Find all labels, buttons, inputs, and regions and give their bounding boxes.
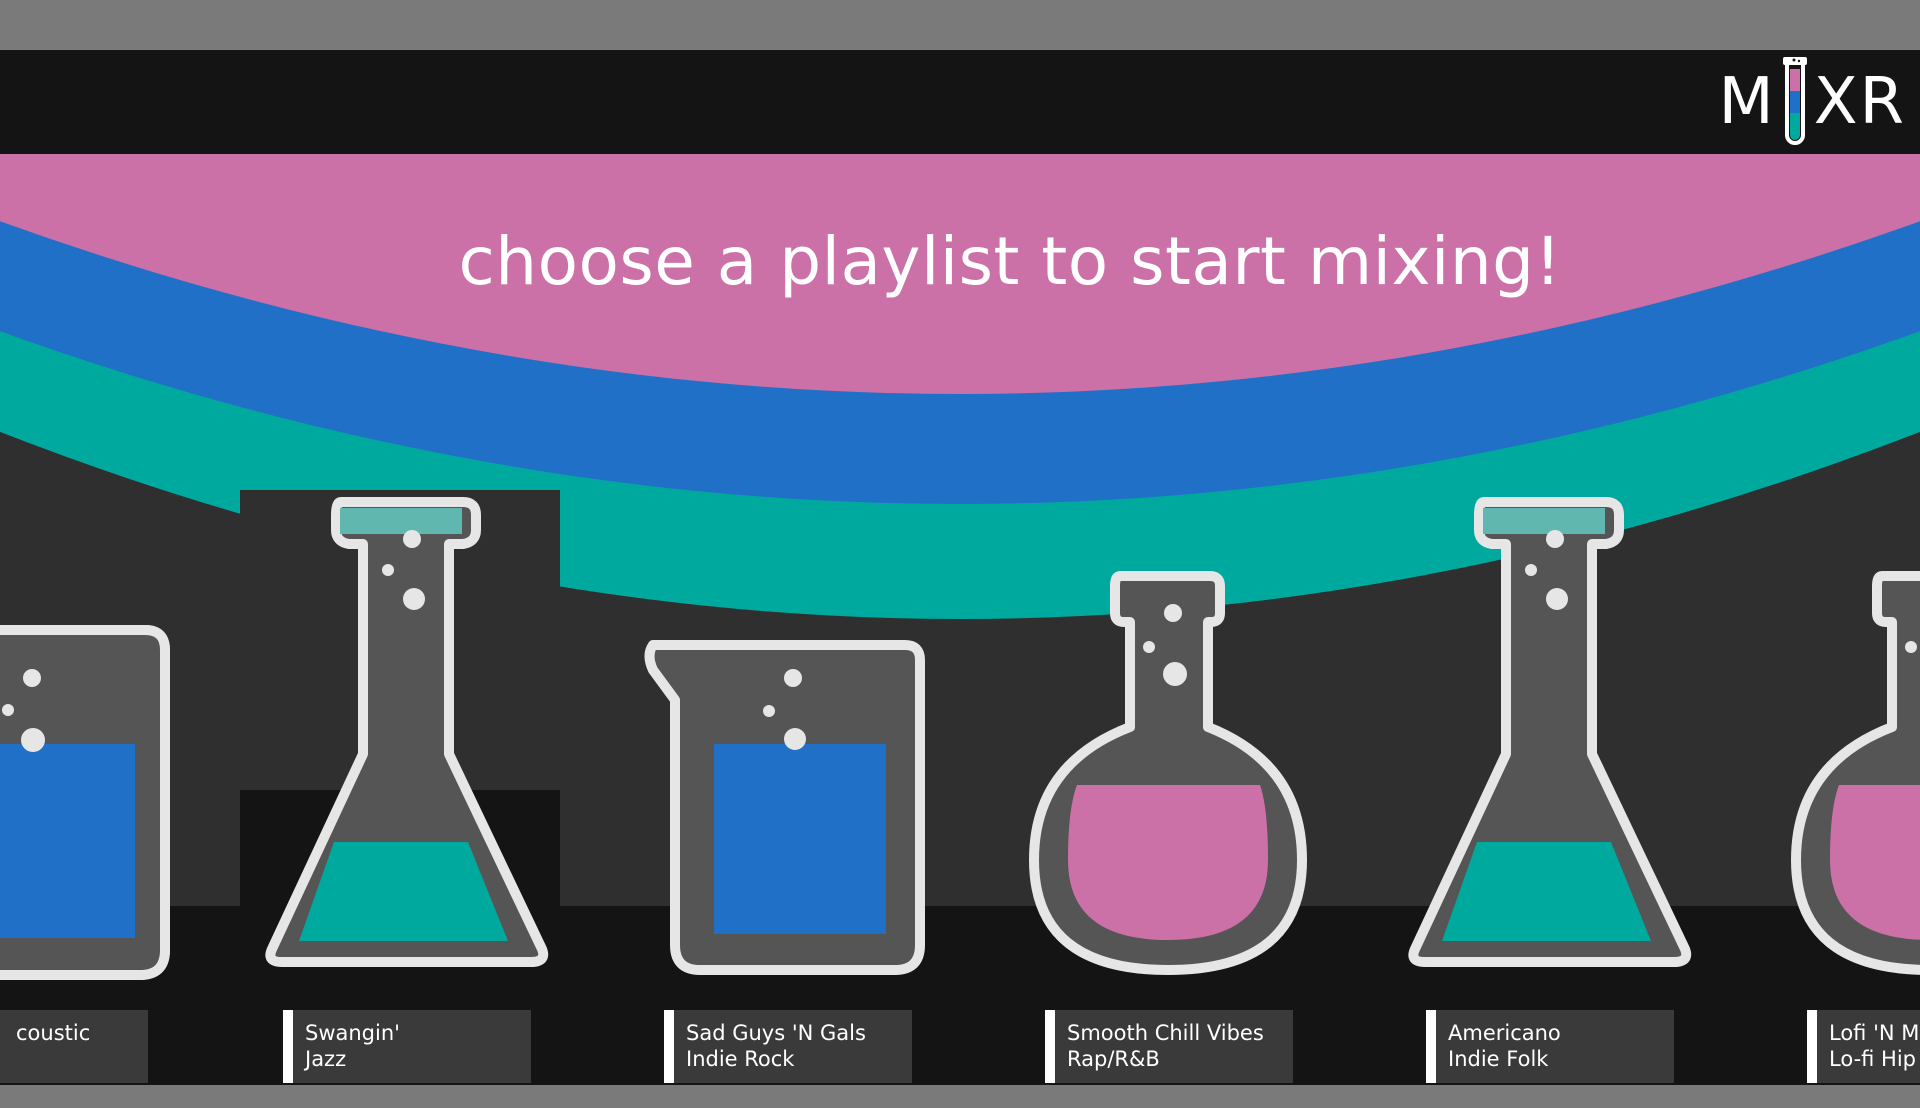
mixr-app: M XR choose a playlist to start mixing! <box>0 50 1920 1085</box>
logo-text-right: XR <box>1813 65 1906 139</box>
playlist-card-swangin-jazz[interactable]: Swangin' Jazz <box>283 1010 531 1083</box>
test-tube-icon <box>1782 57 1807 145</box>
erlenmeyer-flask-icon[interactable] <box>262 498 552 980</box>
playlist-genre: Indie Rock <box>686 1047 795 1071</box>
mixr-logo[interactable]: M XR <box>1706 52 1906 152</box>
playlist-genre: Jazz <box>305 1047 347 1071</box>
playlist-card-sad-guys-n-gals[interactable]: Sad Guys 'N Gals Indie Rock <box>664 1010 912 1083</box>
bottom-frame <box>0 1085 1920 1108</box>
playlist-name: Lofi 'N M <box>1829 1021 1920 1045</box>
playlist-name: Sad Guys 'N Gals <box>686 1021 866 1045</box>
playlist-name: Americano <box>1448 1021 1561 1045</box>
playlist-card-lofi[interactable]: Lofi 'N M Lo-fi Hip <box>1807 1010 1920 1083</box>
top-bar: M XR <box>0 50 1920 154</box>
beaker-icon[interactable] <box>0 590 170 990</box>
playlist-genre: Rap/R&B <box>1067 1047 1160 1071</box>
playlist-genre: Indie Folk <box>1448 1047 1549 1071</box>
playlist-genre: coustic <box>16 1021 91 1045</box>
playlist-genre: Lo-fi Hip <box>1829 1047 1917 1071</box>
playlist-name: Swangin' <box>305 1021 400 1045</box>
page-title: choose a playlist to start mixing! <box>458 223 1562 300</box>
playlist-card-0[interactable]: coustic <box>0 1010 148 1083</box>
logo-text-left: M <box>1718 65 1776 139</box>
playlist-card-smooth-chill-vibes[interactable]: Smooth Chill Vibes Rap/R&B <box>1045 1010 1293 1083</box>
playlist-card-americano[interactable]: Americano Indie Folk <box>1426 1010 1674 1083</box>
playlist-name: Smooth Chill Vibes <box>1067 1021 1264 1045</box>
